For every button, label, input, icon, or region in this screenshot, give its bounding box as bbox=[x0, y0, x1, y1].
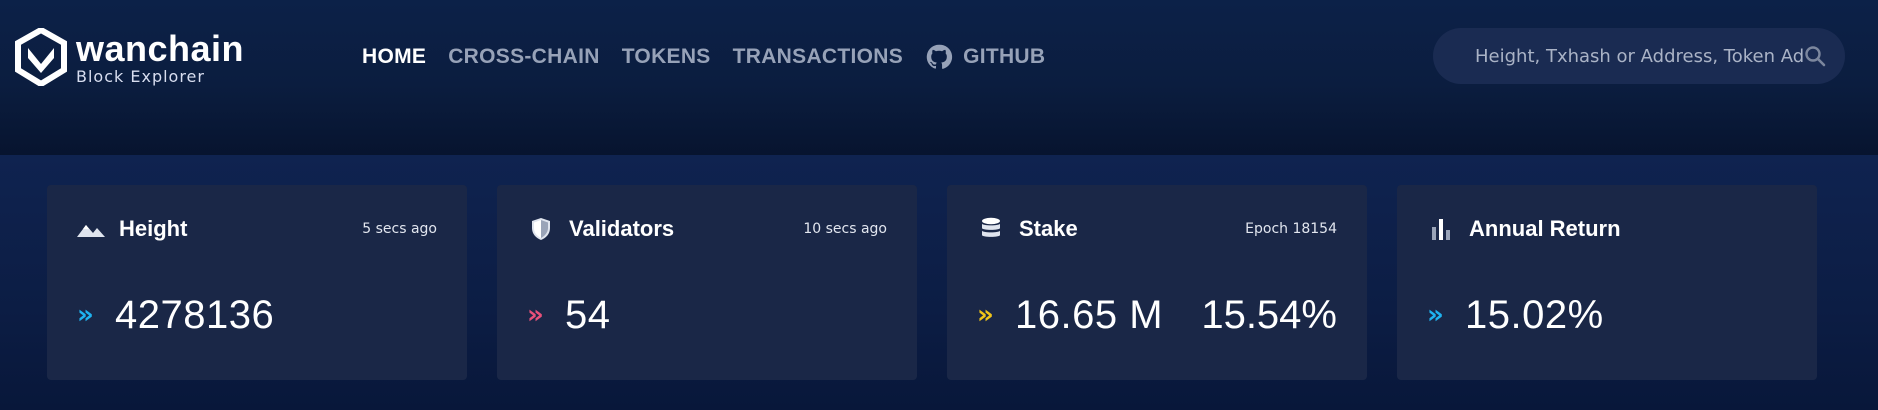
card-validators: Validators 10 secs ago » 54 bbox=[497, 185, 917, 380]
nav-cross-chain[interactable]: CROSS-CHAIN bbox=[448, 45, 599, 69]
nav-home[interactable]: HOME bbox=[362, 45, 426, 69]
wanchain-logo-icon bbox=[15, 28, 67, 86]
nav-tokens[interactable]: TOKENS bbox=[622, 45, 711, 69]
nav-github[interactable]: GITHUB bbox=[925, 43, 1045, 71]
top-header: wanchain Block Explorer HOME CROSS-CHAIN… bbox=[0, 0, 1878, 155]
card-height: Height 5 secs ago » 4278136 bbox=[47, 185, 467, 380]
card-title: Stake bbox=[1019, 216, 1078, 241]
chevron-right-icon: » bbox=[977, 300, 994, 330]
main-nav: HOME CROSS-CHAIN TOKENS TRANSACTIONS GIT… bbox=[362, 42, 1067, 72]
card-timestamp: 10 secs ago bbox=[803, 221, 887, 237]
brand-subtitle: Block Explorer bbox=[76, 67, 205, 86]
height-value: 4278136 bbox=[115, 292, 275, 337]
shield-icon bbox=[527, 216, 555, 242]
chevron-right-icon: » bbox=[527, 300, 544, 330]
annual-return-value: 15.02% bbox=[1465, 292, 1604, 337]
search-icon[interactable] bbox=[1803, 44, 1827, 68]
card-title: Validators bbox=[569, 216, 675, 241]
search-input[interactable] bbox=[1475, 41, 1805, 71]
mountain-icon bbox=[77, 216, 105, 242]
chevron-right-icon: » bbox=[77, 300, 94, 330]
github-icon bbox=[926, 44, 953, 69]
card-annual-return: Annual Return » 15.02% bbox=[1397, 185, 1817, 380]
bar-chart-icon bbox=[1427, 216, 1455, 242]
nav-transactions[interactable]: TRANSACTIONS bbox=[733, 45, 903, 69]
validators-value: 54 bbox=[565, 292, 611, 337]
card-title: Height bbox=[119, 216, 188, 241]
card-stake: Stake Epoch 18154 » 16.65 M 15.54% bbox=[947, 185, 1367, 380]
brand-name: wanchain bbox=[76, 28, 245, 69]
database-icon bbox=[977, 216, 1005, 242]
search-box bbox=[1433, 28, 1845, 84]
chevron-right-icon: » bbox=[1427, 300, 1444, 330]
stats-band: Height 5 secs ago » 4278136 Validators 1… bbox=[0, 155, 1878, 410]
page: wanchain Block Explorer HOME CROSS-CHAIN… bbox=[0, 0, 1878, 410]
stake-percent-value: 15.54% bbox=[1201, 292, 1337, 337]
card-timestamp: 5 secs ago bbox=[362, 221, 437, 237]
card-title: Annual Return bbox=[1469, 216, 1621, 241]
brand-logo[interactable]: wanchain Block Explorer bbox=[14, 28, 274, 88]
stake-value: 16.65 M bbox=[1015, 292, 1164, 337]
nav-github-label: GITHUB bbox=[963, 45, 1046, 68]
card-epoch: Epoch 18154 bbox=[1245, 221, 1337, 237]
